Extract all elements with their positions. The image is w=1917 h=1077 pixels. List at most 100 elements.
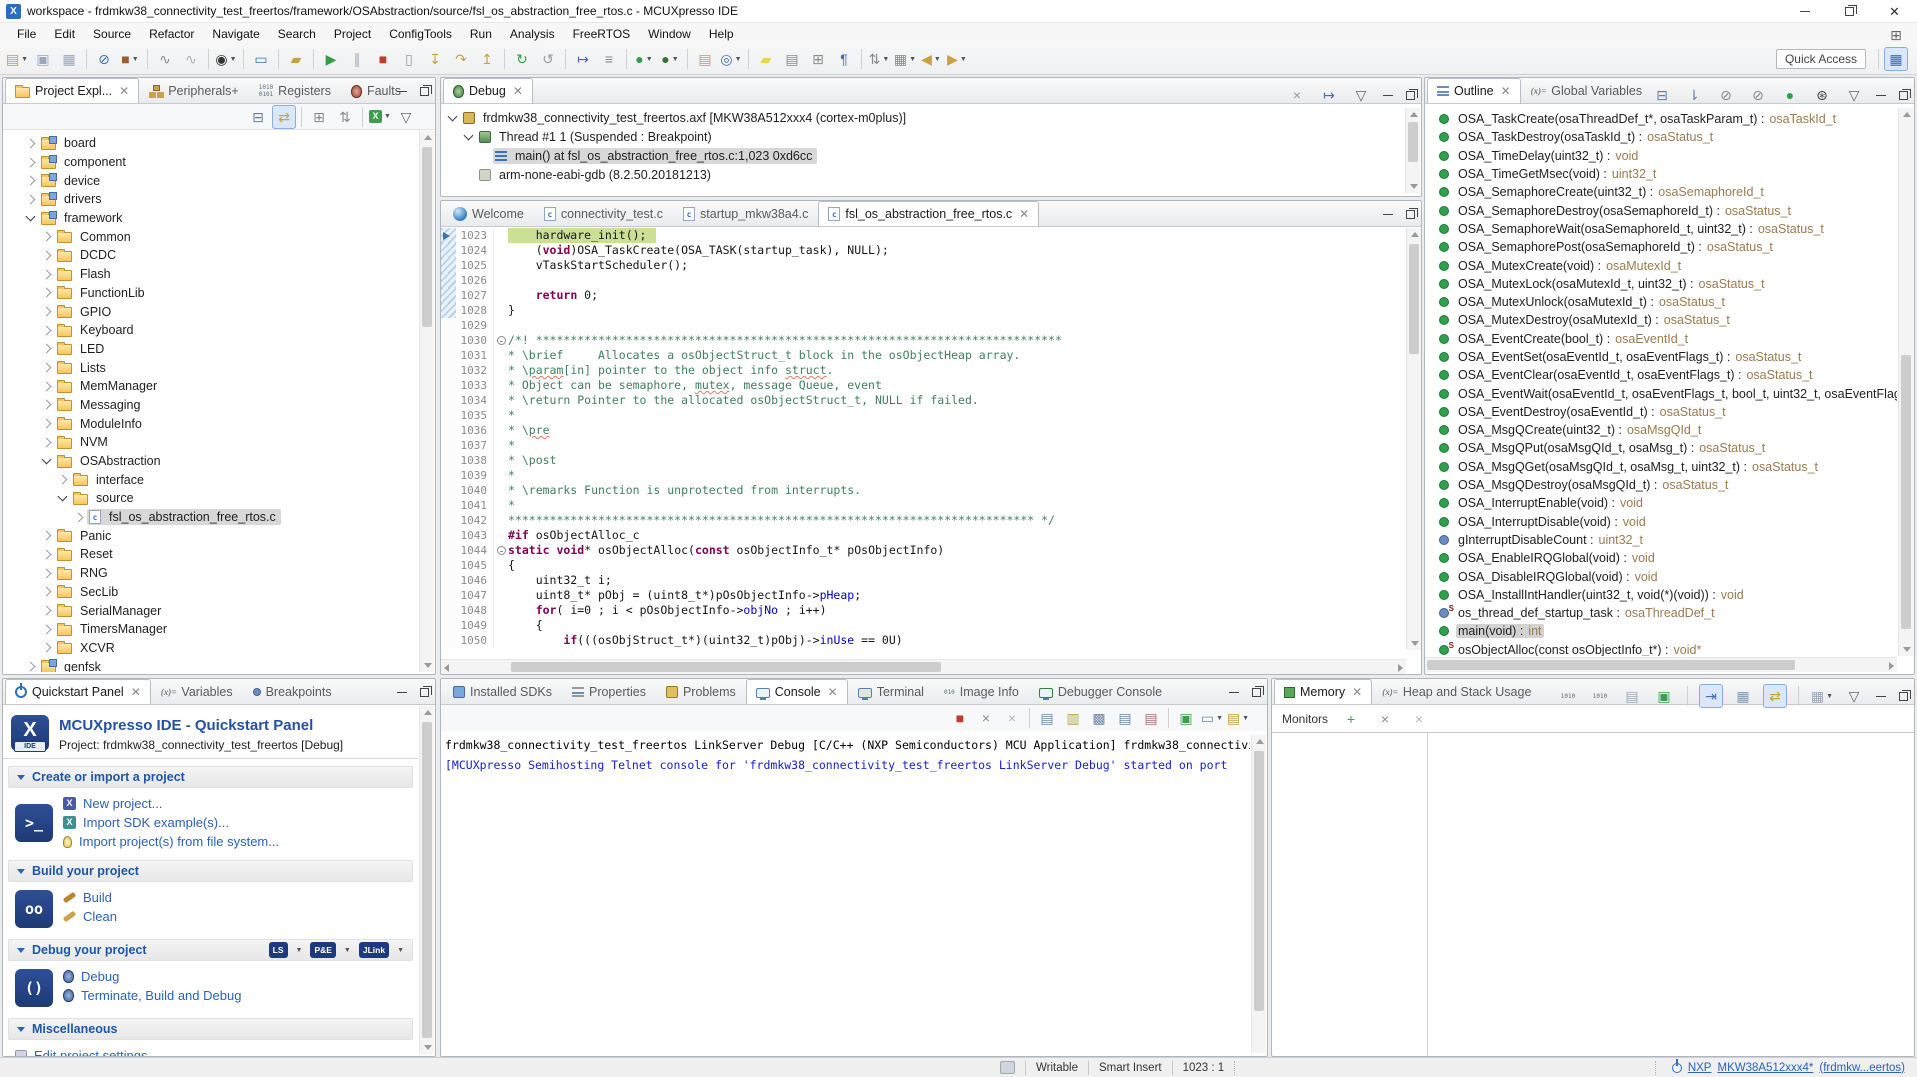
project-link[interactable]: (frdmkw...eertos) [1819, 1062, 1905, 1074]
outline-item-ginterruptdisablecount[interactable]: gInterruptDisableCount : uint32_t [1425, 531, 1897, 549]
explorer-link-with-editor-button[interactable]: ⇄ [272, 105, 296, 129]
code-line-1023[interactable]: 1023 hardware_init(); [441, 228, 1406, 243]
explorer-item-led[interactable]: LED [3, 340, 418, 359]
chevron-right-icon[interactable] [42, 531, 52, 541]
code-line-1032[interactable]: 1032* \param[in] pointer to the object i… [441, 363, 1406, 378]
explorer-item-serialmanager[interactable]: SerialManager [3, 601, 418, 620]
toolbar-back-button[interactable]: ◀▼ [919, 47, 943, 71]
chevron-right-icon[interactable] [42, 419, 52, 429]
maximize-view-icon[interactable] [416, 684, 432, 700]
console-word-wrap-button[interactable]: ▩ [1087, 706, 1111, 730]
chevron-right-icon[interactable] [42, 624, 52, 634]
close-tab-icon[interactable]: ✕ [1352, 685, 1362, 699]
chevron-right-icon[interactable] [42, 606, 52, 616]
code-line-1042[interactable]: 1042************************************… [441, 513, 1406, 528]
outline-item-main-void-[interactable]: main(void) : int [1425, 622, 1897, 640]
outline-hide-static-button[interactable]: ⊘ [1746, 83, 1770, 107]
probe-pe-button[interactable]: P&E [310, 942, 335, 958]
code-line-1037[interactable]: 1037* [441, 438, 1406, 453]
toolbar-search-button[interactable]: ◎▼ [719, 47, 743, 71]
console-tab-image-info[interactable]: 010Image Info [934, 679, 1029, 704]
toolbar-grid-view-button[interactable]: ⊞ [806, 47, 830, 71]
toolbar-skip-all-breakpoints-button[interactable]: ⊘ [92, 47, 116, 71]
debug-view-menu-button[interactable]: ▽ [1349, 83, 1373, 107]
code-line-1024[interactable]: 1024 (void)OSA_TaskCreate(OSA_TASK(start… [441, 243, 1406, 258]
chevron-right-icon[interactable] [42, 587, 52, 597]
console-remove-launch-button[interactable]: × [974, 706, 998, 730]
editor-tab-fsl-os-abstraction-free-rtos-c[interactable]: cfsl_os_abstraction_free_rtos.c✕ [818, 201, 1039, 226]
menu-search[interactable]: Search [269, 25, 325, 43]
chevron-right-icon[interactable] [42, 344, 52, 354]
memory-link-tree-button[interactable]: ⇥ [1699, 684, 1723, 708]
outline-item-osa-eventset-osaeventid-t-osaeventflags-[interactable]: OSA_EventSet(osaEventId_t, osaEventFlags… [1425, 348, 1897, 366]
explorer-item-panic[interactable]: Panic [3, 526, 418, 545]
project-tree-scrollbar[interactable] [419, 131, 434, 672]
outline-item-osa-semaphorewait-osasemaphoreid-t-uint3[interactable]: OSA_SemaphoreWait(osaSemaphoreId_t, uint… [1425, 220, 1897, 238]
code-line-1041[interactable]: 1041* [441, 498, 1406, 513]
explorer-item-common[interactable]: Common [3, 227, 418, 246]
explorer-view-menu-button[interactable]: ▽ [394, 105, 418, 129]
code-line-1026[interactable]: 1026 [441, 273, 1406, 288]
menu-project[interactable]: Project [325, 25, 380, 43]
quickstart-edit-project-settings[interactable]: Edit project settings [15, 1048, 147, 1056]
quickstart-import-sdk-example-s[interactable]: XImport SDK example(s)... [63, 815, 279, 830]
chevron-right-icon[interactable] [26, 662, 36, 672]
outline-item-osa-mutexdestroy-osamutexid-t-[interactable]: OSA_MutexDestroy(osaMutexId_t) : osaStat… [1425, 311, 1897, 329]
memory-new-rendering-button[interactable]: ▤ [1620, 684, 1644, 708]
toolbar-profile-trace-button[interactable]: ∿ [153, 47, 177, 71]
debug-item-thread-1-1-suspended-breakpoint-[interactable]: Thread #1 1 (Suspended : Breakpoint) [441, 127, 1404, 146]
outline-item-osa-semaphorecreate-uint32-t-[interactable]: OSA_SemaphoreCreate(uint32_t) : osaSemap… [1425, 183, 1897, 201]
code-line-1027[interactable]: 1027 return 0; [441, 288, 1406, 303]
console-remove-all-launches-button[interactable]: × [1000, 706, 1024, 730]
toolbar-build-button[interactable]: ■▼ [118, 47, 142, 71]
toolbar-debug-launch-button[interactable]: ●▼ [658, 47, 682, 71]
minimize-view-icon[interactable] [1226, 684, 1242, 700]
outline-item-os-thread-def-startup-task[interactable]: Sos_thread_def_startup_task : osaThreadD… [1425, 604, 1897, 622]
chevron-right-icon[interactable] [42, 251, 52, 261]
code-line-1035[interactable]: 1035* [441, 408, 1406, 423]
toolbar-restart-button[interactable]: ↻ [510, 47, 534, 71]
chevron-down-icon[interactable] [464, 130, 474, 140]
maximize-view-icon[interactable] [1402, 206, 1418, 222]
menu-window[interactable]: Window [639, 25, 700, 43]
outline-item-osa-mutexunlock-osamutexid-t-[interactable]: OSA_MutexUnlock(osaMutexId_t) : osaStatu… [1425, 293, 1897, 311]
outline-hscrollbar[interactable] [1425, 657, 1897, 672]
outline-view-menu-button[interactable]: ▽ [1842, 83, 1866, 107]
chevron-right-icon[interactable] [26, 157, 36, 167]
memory-tab-memory[interactable]: Memory✕ [1274, 679, 1372, 704]
explorer-item-lists[interactable]: Lists [3, 358, 418, 377]
close-tab-icon[interactable]: ✕ [1019, 207, 1029, 221]
chevron-right-icon[interactable] [26, 138, 36, 148]
outline-item-osa-enableirqglobal-void-[interactable]: OSA_EnableIRQGlobal(void) : void [1425, 549, 1897, 567]
outline-vscrollbar[interactable] [1898, 108, 1913, 656]
chevron-right-icon[interactable] [42, 307, 52, 317]
outline-sort-button[interactable]: ⇂ [1682, 83, 1706, 107]
editor-tab-connectivity-test-c[interactable]: cconnectivity_test.c [534, 201, 673, 226]
explorer-item-interface[interactable]: interface [3, 470, 418, 489]
debug-item-frdmkw38-connectivity-test-freertos-axf-mkw38a512xxx4-cortex-m0plus-[interactable]: frdmkw38_connectivity_test_freertos.axf … [441, 108, 1404, 127]
outline-item-osa-eventclear-osaeventid-t-osaeventflag[interactable]: OSA_EventClear(osaEventId_t, osaEventFla… [1425, 366, 1897, 384]
menu-run[interactable]: Run [461, 25, 501, 43]
console-tab-debugger-console[interactable]: Debugger Console [1029, 679, 1172, 704]
chevron-right-icon[interactable] [42, 437, 52, 447]
console-tab-problems[interactable]: Problems [656, 679, 746, 704]
code-line-1034[interactable]: 1034* \return Pointer to the allocated o… [441, 393, 1406, 408]
outline-item-osa-installinthandler-uint32-t-void-void[interactable]: OSA_InstallIntHandler(uint32_t, void(*)(… [1425, 586, 1897, 604]
toolbar-show-whitespace-button[interactable]: ¶ [832, 47, 856, 71]
maximize-view-icon[interactable] [1895, 87, 1911, 103]
chevron-right-icon[interactable] [42, 568, 52, 578]
explorer-item-keyboard[interactable]: Keyboard [3, 321, 418, 340]
chevron-right-icon[interactable] [465, 171, 472, 178]
code-line-1030[interactable]: 1030/*! ********************************… [441, 333, 1406, 348]
explorer-item-dcdc[interactable]: DCDC [3, 246, 418, 265]
explorer-item-messaging[interactable]: Messaging [3, 396, 418, 415]
code-line-1038[interactable]: 1038* \post [441, 453, 1406, 468]
outline-hide-non-public-button[interactable]: ● [1778, 83, 1802, 107]
section-miscellaneous[interactable]: Miscellaneous [8, 1018, 413, 1040]
quickstart-tab-variables[interactable]: (x)=Variables [151, 679, 243, 704]
code-line-1029[interactable]: 1029 [441, 318, 1406, 333]
toolbar-terminate-button[interactable]: ■ [371, 47, 395, 71]
outline-item-osa-msgqdestroy-osamsgqid-t-[interactable]: OSA_MsgQDestroy(osaMsgQId_t) : osaStatus… [1425, 476, 1897, 494]
menu-help[interactable]: Help [700, 25, 743, 43]
explorer-focus-task-button[interactable]: ⊞ [307, 105, 331, 129]
